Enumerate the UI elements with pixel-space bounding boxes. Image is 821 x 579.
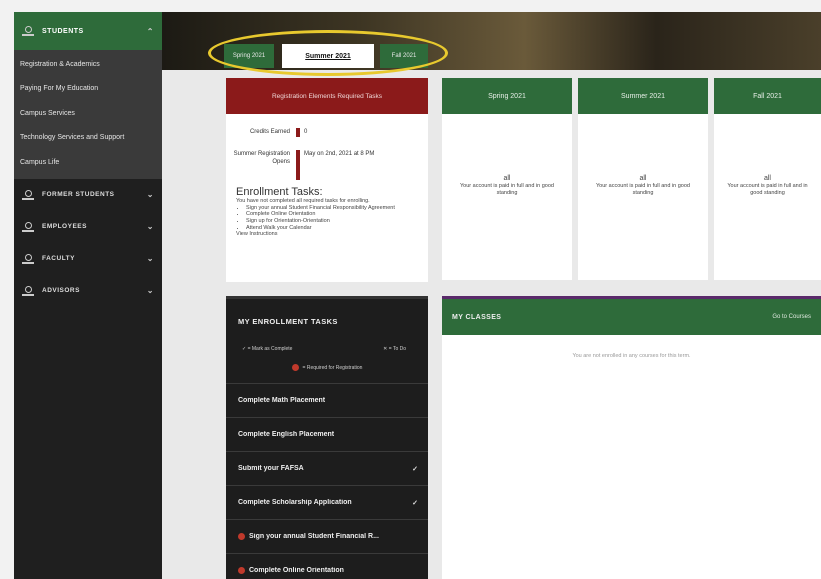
credits-bar (296, 127, 300, 137)
tab-summer[interactable]: Summer 2021 (282, 44, 374, 68)
task-row[interactable]: Complete Math Placement (226, 383, 428, 417)
my-classes-panel: MY CLASSES Go to Courses You are not enr… (442, 296, 821, 579)
person-icon (22, 221, 34, 232)
balance-message: Your account is paid in full and in good… (596, 183, 690, 197)
balance-message: Your account is paid in full and in good… (460, 183, 554, 197)
tab-spring[interactable]: Spring 2021 (224, 44, 274, 68)
sidebar-item-technology[interactable]: Technology Services and Support (14, 126, 162, 151)
sidebar-item-registration[interactable]: Registration & Academics (14, 52, 162, 77)
chevron-down-icon: ⌄ (146, 286, 154, 295)
term-card-title: Fall 2021 (714, 78, 821, 114)
balance-message: Your account is paid in full and in good… (727, 183, 808, 197)
term-card-title: Spring 2021 (442, 78, 572, 114)
registration-header: Registration Elements Required Tasks (226, 78, 428, 114)
enrollment-list: Sign your annual Student Financial Respo… (226, 205, 428, 231)
sidebar-section-label: EMPLOYEES (42, 223, 87, 230)
sidebar-item-paying[interactable]: Paying For My Education (14, 77, 162, 102)
sidebar-section-faculty[interactable]: FACULTY ⌄ (14, 243, 162, 275)
sidebar-section-label: STUDENTS (42, 27, 84, 35)
sidebar: STUDENTS ⌃ Registration & Academics Payi… (14, 12, 162, 579)
task-label: Complete Scholarship Application (238, 499, 352, 506)
balance-value: all (639, 175, 647, 182)
task-row[interactable]: Sign your annual Student Financial R... (226, 519, 428, 553)
chevron-down-icon: ⌄ (146, 222, 154, 231)
sidebar-submenu: Registration & Academics Paying For My E… (14, 50, 162, 179)
person-icon (22, 253, 34, 264)
credits-row: Credits Earned 0 (226, 126, 428, 138)
task-row[interactable]: Complete Scholarship Application ✓ (226, 485, 428, 519)
balance-value: all (763, 175, 771, 182)
tab-fall[interactable]: Fall 2021 (380, 44, 428, 68)
required-icon (238, 567, 245, 574)
tasks-legend: ✓ = Mark as Complete ✕ = To Do (226, 326, 428, 352)
registration-card: Registration Elements Required Tasks Cre… (226, 78, 428, 282)
opens-bar (296, 150, 300, 180)
sidebar-section-former-students[interactable]: FORMER STUDENTS ⌄ (14, 179, 162, 211)
task-row[interactable]: Complete Online Orientation (226, 553, 428, 579)
person-icon (22, 26, 34, 36)
term-card-body: all Your account is paid in full and in … (578, 174, 708, 197)
list-item: Complete Online Orientation (246, 211, 418, 218)
credits-label: Credits Earned (249, 129, 290, 135)
enrollment-title: Enrollment Tasks: (236, 186, 323, 198)
term-card-summer: Summer 2021 all Your account is paid in … (578, 78, 708, 280)
enrollment-tasks-panel: MY ENROLLMENT TASKS ✓ = Mark as Complete… (226, 296, 428, 579)
chevron-up-icon: ⌃ (146, 26, 154, 36)
view-instructions-link[interactable]: View Instructions (226, 231, 428, 238)
check-icon[interactable]: ✓ (412, 465, 418, 473)
term-card-fall: Fall 2021 all Your account is paid in fu… (714, 78, 821, 280)
task-label: Submit your FAFSA (238, 465, 304, 472)
required-icon (238, 533, 245, 540)
credits-value: 0 (304, 129, 308, 135)
term-card-title: Summer 2021 (578, 78, 708, 114)
list-item: Sign your annual Student Financial Respo… (246, 205, 418, 212)
opens-value: May on 2nd, 2021 at 8 PM (304, 151, 375, 157)
legend-required-text: = Required for Registration (302, 364, 363, 371)
sidebar-section-label: ADVISORS (42, 287, 80, 294)
task-label: Complete Math Placement (238, 397, 326, 404)
classes-title: MY CLASSES (452, 313, 502, 321)
term-card-body: all Your account is paid in full and in … (442, 174, 572, 197)
tasks-title: MY ENROLLMENT TASKS (238, 317, 338, 326)
list-item: Attend Walk your Calendar (246, 225, 418, 232)
task-label: Complete English Placement (238, 431, 335, 438)
legend-done: ✓ = Mark as Complete (242, 346, 293, 352)
required-icon (291, 364, 299, 371)
classes-empty-message: You are not enrolled in any courses for … (572, 353, 691, 359)
sidebar-item-campus-life[interactable]: Campus Life (14, 150, 162, 175)
sidebar-section-advisors[interactable]: ADVISORS ⌄ (14, 275, 162, 307)
task-row[interactable]: Complete English Placement (226, 417, 428, 451)
sidebar-section-label: FACULTY (42, 255, 75, 262)
app-frame: STUDENTS ⌃ Registration & Academics Payi… (14, 12, 821, 579)
check-icon[interactable]: ✓ (412, 499, 418, 507)
task-label: Sign your annual Student Financial R... (249, 533, 379, 540)
sidebar-section-label: FORMER STUDENTS (42, 191, 115, 198)
task-row[interactable]: Submit your FAFSA ✓ (226, 451, 428, 485)
task-label: Complete Online Orientation (249, 567, 344, 574)
tasks-legend-required: = Required for Registration (226, 352, 428, 371)
go-to-courses-link[interactable]: Go to Courses (772, 314, 811, 320)
sidebar-section-employees[interactable]: EMPLOYEES ⌄ (14, 211, 162, 243)
sidebar-section-students[interactable]: STUDENTS ⌃ (14, 12, 162, 50)
legend-todo: ✕ = To Do (383, 346, 406, 352)
balance-value: all (503, 175, 511, 182)
person-icon (22, 189, 34, 200)
classes-header: MY CLASSES Go to Courses (442, 299, 821, 335)
enrollment-text: You have not completed all required task… (236, 198, 370, 204)
opens-label: Summer Registration Opens (233, 151, 290, 166)
sidebar-item-campus-services[interactable]: Campus Services (14, 101, 162, 126)
person-icon (22, 285, 34, 296)
opens-row: Summer Registration Opens May on 2nd, 20… (226, 150, 428, 180)
term-card-spring: Spring 2021 all Your account is paid in … (442, 78, 572, 280)
chevron-down-icon: ⌄ (146, 254, 154, 263)
list-item: Sign up for Orientation-Orientation (246, 218, 418, 225)
term-card-body: all Your account is paid in full and in … (714, 174, 821, 197)
chevron-down-icon: ⌄ (146, 190, 154, 199)
